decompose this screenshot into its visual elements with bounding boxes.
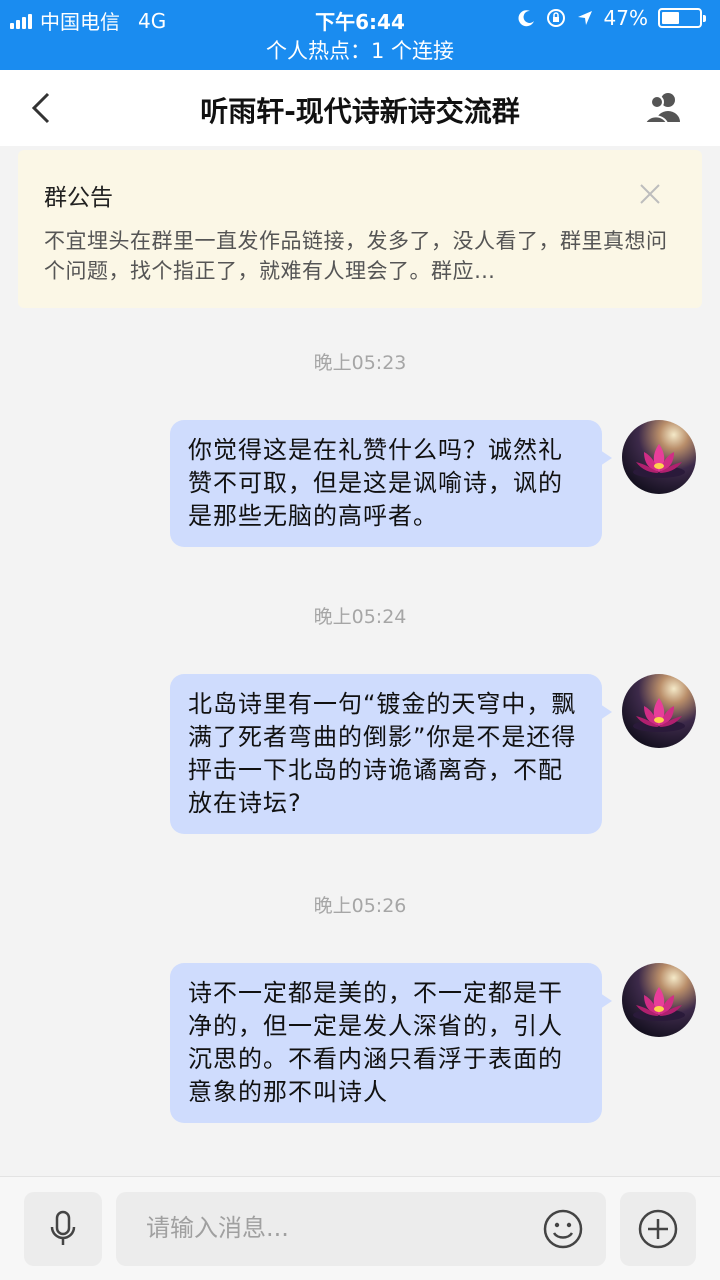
- emoji-button[interactable]: [542, 1208, 584, 1250]
- avatar[interactable]: [622, 674, 696, 748]
- battery-percent: 47%: [603, 6, 648, 30]
- chat-title: 听雨轩-现代诗新诗交流群: [200, 95, 520, 128]
- voice-button[interactable]: [24, 1192, 102, 1266]
- input-bar: [0, 1176, 720, 1280]
- lotus-avatar-icon: [633, 987, 685, 1021]
- message-bubble[interactable]: 北岛诗里有一句“镀金的天穹中，飘满了死者弯曲的倒影”你是不是还得抨击一下北岛的诗…: [170, 674, 612, 834]
- lotus-avatar-icon: [633, 698, 685, 732]
- hotspot-banner[interactable]: 个人热点：1 个连接: [0, 36, 720, 70]
- battery-icon: [658, 8, 706, 28]
- message-timestamp: 晚上05:26: [313, 895, 407, 917]
- people-icon: [643, 93, 680, 124]
- message-bubble[interactable]: 诗不一定都是美的，不一定都是干净的，但一定是发人深省的，引人沉思的。不看内涵只看…: [170, 963, 612, 1123]
- announcement-body: 不宜埋头在群里一直发作品链接，发多了，没人看了，群里真想问个问题，找个指正了，就…: [44, 229, 668, 283]
- message-bubble[interactable]: 你觉得这是在礼赞什么吗？诚然礼赞不可取，但是这是讽喻诗，讽的是那些无脑的高呼者。: [170, 420, 612, 547]
- close-announcement-button[interactable]: [638, 182, 662, 206]
- smiley-icon: [543, 1209, 583, 1249]
- group-members-button[interactable]: [642, 90, 684, 126]
- avatar[interactable]: [622, 420, 696, 494]
- status-right: 47%: [518, 6, 706, 30]
- rotation-lock-icon: [546, 9, 565, 27]
- message-input[interactable]: [146, 1208, 526, 1248]
- avatar[interactable]: [622, 963, 696, 1037]
- location-icon: [577, 11, 592, 25]
- more-options-button[interactable]: [620, 1192, 696, 1266]
- group-announcement[interactable]: 群公告 不宜埋头在群里一直发作品链接，发多了，没人看了，群里真想问个问题，找个指…: [18, 150, 702, 308]
- announcement-title: 群公告: [44, 185, 113, 211]
- nav-bar: 听雨轩-现代诗新诗交流群: [0, 70, 720, 146]
- moon-icon: [518, 10, 534, 27]
- lotus-avatar-icon: [633, 444, 685, 478]
- message-timestamp: 晚上05:23: [313, 352, 407, 374]
- plus-circle-icon: [638, 1209, 678, 1249]
- message-input-box[interactable]: [116, 1192, 606, 1266]
- microphone-icon: [50, 1210, 76, 1245]
- message-timestamp: 晚上05:24: [313, 606, 407, 628]
- status-bar: 中国电信 4G 下午6:44 47%: [0, 0, 720, 36]
- close-icon: [640, 184, 660, 204]
